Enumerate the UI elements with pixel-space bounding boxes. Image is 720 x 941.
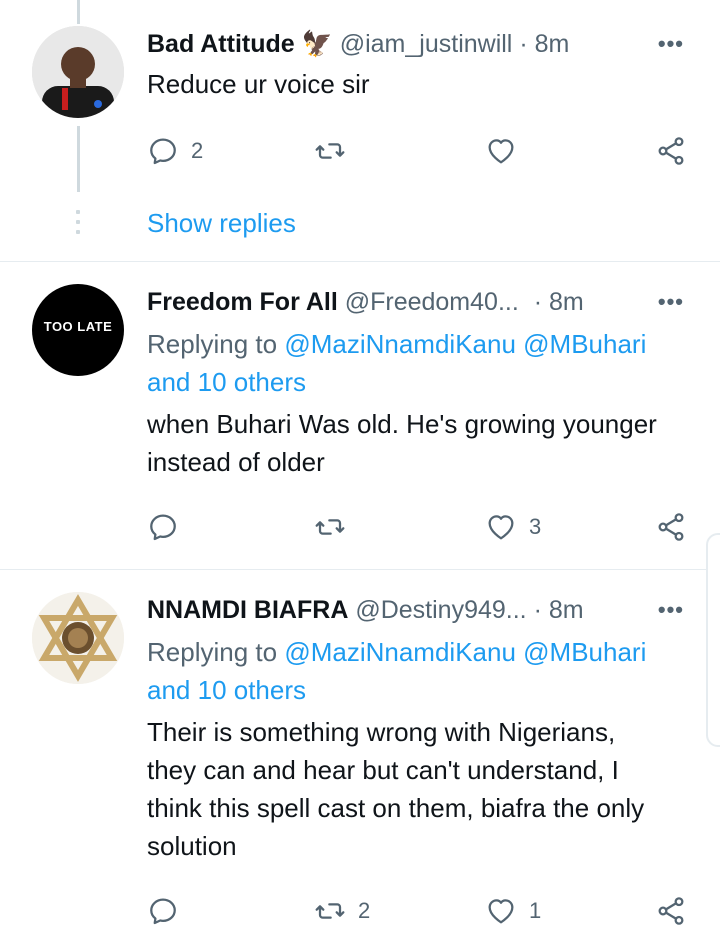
share-button[interactable] <box>655 891 687 931</box>
others-link[interactable]: and 10 others <box>147 367 306 397</box>
like-button[interactable] <box>485 131 517 171</box>
retweet-icon <box>315 903 345 919</box>
separator-dot: · <box>519 30 528 58</box>
tweet-text: Their is something wrong with Nigerians,… <box>147 713 692 865</box>
tweet-header: NNAMDI BIAFRA @Destiny949... · 8m ••• <box>147 593 692 627</box>
avatar[interactable]: TOO LATE <box>32 284 124 376</box>
replying-prefix: Replying to <box>147 329 278 359</box>
tweet-text-line: think this spell cast on them, biafra th… <box>147 793 645 823</box>
heart-icon <box>488 899 514 924</box>
like-count: 1 <box>529 898 542 923</box>
display-name[interactable]: Bad Attitude <box>147 30 295 58</box>
divider <box>0 261 720 262</box>
reply-button[interactable] <box>147 891 179 931</box>
share-icon <box>658 897 684 925</box>
heart-icon <box>488 515 514 540</box>
tweet-text-line: Their is something wrong with Nigerians, <box>147 717 616 747</box>
mention-link[interactable]: @MBuhari <box>523 329 646 359</box>
handle[interactable]: @iam_justinwill <box>340 30 513 58</box>
retweet-button[interactable] <box>314 131 346 171</box>
eagle-emoji-icon: 🦅 <box>301 30 333 58</box>
separator-dot: · <box>533 288 543 316</box>
timestamp[interactable]: 8m <box>549 596 584 624</box>
separator-dot: · <box>533 596 542 624</box>
handle[interactable]: @Freedom40... <box>345 288 519 316</box>
scroll-handle[interactable] <box>706 533 720 747</box>
tweet-actions: 2 1 <box>147 891 692 931</box>
retweet-icon <box>315 519 345 535</box>
handle[interactable]: @Destiny949... <box>355 596 526 624</box>
mention-link[interactable]: @MBuhari <box>523 637 646 667</box>
replying-prefix: Replying to <box>147 637 278 667</box>
share-icon <box>658 513 684 541</box>
reply-button[interactable] <box>147 507 179 547</box>
avatar[interactable] <box>32 26 124 118</box>
thread-line-top <box>77 0 80 24</box>
mention-link[interactable]: @MaziNnamdiKanu <box>284 637 516 667</box>
retweet-button[interactable] <box>314 507 346 547</box>
share-button[interactable] <box>655 131 687 171</box>
tweet-text: Reduce ur voice sir <box>147 69 370 99</box>
share-icon <box>658 137 684 165</box>
timestamp[interactable]: 8m <box>549 288 584 316</box>
share-button[interactable] <box>655 507 687 547</box>
retweet-button[interactable]: 2 <box>314 891 370 931</box>
more-options-icon[interactable]: ••• <box>658 27 684 61</box>
thread-line-bottom <box>77 126 80 192</box>
like-button[interactable]: 3 <box>485 507 541 547</box>
others-link[interactable]: and 10 others <box>147 675 306 705</box>
more-options-icon[interactable]: ••• <box>658 285 684 319</box>
like-button[interactable]: 1 <box>485 891 541 931</box>
timestamp[interactable]: 8m <box>535 30 570 58</box>
tweet-text-line: instead of older <box>147 447 325 477</box>
replying-to: Replying to @MaziNnamdiKanu @MBuhari and… <box>147 633 692 709</box>
tweet-text: when Buhari Was old. He's growing younge… <box>147 405 692 481</box>
heart-icon <box>488 139 514 164</box>
more-options-icon[interactable]: ••• <box>658 593 684 627</box>
tweet-text-line: they can and hear but can't understand, … <box>147 755 619 785</box>
like-count: 3 <box>529 514 542 539</box>
tweet-actions: 3 <box>147 507 692 547</box>
display-name[interactable]: NNAMDI BIAFRA <box>147 596 348 624</box>
tweet-header: Freedom For All @Freedom40... · 8m ••• <box>147 285 692 319</box>
tweet-text-line: when Buhari Was old. He's growing younge… <box>147 409 657 439</box>
tweet-actions: 2 <box>147 131 692 171</box>
avatar-photo <box>32 26 124 118</box>
reply-icon <box>150 138 176 165</box>
divider <box>0 569 720 570</box>
thread-dots <box>76 210 80 240</box>
avatar[interactable] <box>32 592 124 684</box>
show-replies-link[interactable]: Show replies <box>147 208 296 239</box>
replying-to: Replying to @MaziNnamdiKanu @MBuhari and… <box>147 325 692 401</box>
reply-icon <box>150 514 176 541</box>
reply-icon <box>150 898 176 925</box>
avatar-text: TOO LATE <box>43 319 113 334</box>
reply-button[interactable]: 2 <box>147 131 203 171</box>
display-name[interactable]: Freedom For All <box>147 288 338 316</box>
star-of-david-avatar <box>32 592 124 684</box>
tweet-header: Bad Attitude 🦅 @iam_justinwill · 8m ••• <box>147 27 692 61</box>
retweet-icon <box>315 143 345 159</box>
reply-count: 2 <box>191 138 204 163</box>
mention-link[interactable]: @MaziNnamdiKanu <box>284 329 516 359</box>
tweet-text-line: solution <box>147 831 237 861</box>
retweet-count: 2 <box>358 898 371 923</box>
